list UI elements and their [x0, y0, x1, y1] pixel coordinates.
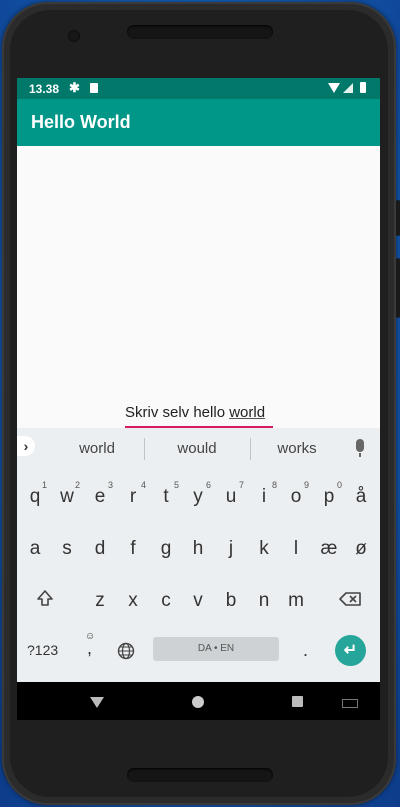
key-s[interactable]: s [51, 538, 83, 560]
key-l[interactable]: l [280, 538, 312, 560]
enter-icon[interactable]: ↵ [335, 635, 366, 666]
main-content: Skriv selv hello world [17, 146, 380, 428]
key-hint-4: 4 [141, 480, 147, 490]
home-icon[interactable] [192, 696, 204, 708]
backspace-icon[interactable] [339, 592, 361, 606]
gear-icon: ✱ [69, 80, 80, 95]
soft-keyboard: › world would works q w e r t y u i o p … [17, 428, 380, 682]
suggestion-3[interactable]: works [247, 440, 347, 457]
key-hint-6: 6 [206, 480, 212, 490]
volume-button [396, 200, 400, 236]
key-hint-5: 5 [174, 480, 180, 490]
mic-icon-stem [359, 453, 361, 457]
text-input[interactable]: Skriv selv hello world [125, 402, 273, 428]
status-bar: 13.38 ✱ [17, 78, 380, 99]
key-oe[interactable]: ø [345, 538, 377, 560]
key-z[interactable]: z [84, 590, 116, 612]
text-input-value: Skriv selv hello world [125, 404, 266, 421]
key-h[interactable]: h [182, 538, 214, 560]
key-x[interactable]: x [117, 590, 149, 612]
key-hint-3: 3 [108, 480, 114, 490]
suggestion-divider [144, 438, 145, 460]
top-speaker [127, 25, 273, 39]
key-ae[interactable]: æ [313, 538, 345, 560]
status-time: 13.38 [29, 82, 60, 96]
key-v[interactable]: v [182, 590, 214, 612]
sd-card-icon [90, 83, 98, 93]
power-button [396, 258, 400, 318]
front-camera [68, 30, 80, 42]
comma-key[interactable]: , [87, 638, 92, 659]
mic-icon[interactable] [356, 439, 364, 452]
key-hint-9: 9 [304, 480, 310, 490]
key-hint-1: 1 [42, 480, 48, 490]
back-icon[interactable] [90, 697, 104, 708]
app-bar: Hello World [17, 99, 380, 146]
key-n[interactable]: n [248, 590, 280, 612]
device-screen: 13.38 ✱ Hello World Skriv selv hello wor… [17, 78, 380, 720]
shift-icon[interactable] [37, 590, 53, 606]
key-k[interactable]: k [248, 538, 280, 560]
key-hint-0: 0 [337, 480, 343, 490]
recents-icon[interactable] [292, 696, 303, 707]
key-d[interactable]: d [84, 538, 116, 560]
globe-icon[interactable] [117, 642, 135, 660]
suggestion-2[interactable]: would [147, 440, 247, 457]
suggestion-1[interactable]: world [47, 440, 147, 457]
key-m[interactable]: m [280, 590, 312, 612]
key-g[interactable]: g [150, 538, 182, 560]
space-bar[interactable]: DA • EN [153, 637, 279, 661]
key-c[interactable]: c [150, 590, 182, 612]
navigation-bar [17, 682, 380, 720]
key-f[interactable]: f [117, 538, 149, 560]
app-title: Hello World [31, 112, 131, 132]
suggestion-strip: › world would works [17, 428, 380, 466]
signal-icon [343, 83, 353, 93]
symbols-key[interactable]: ?123 [27, 642, 58, 658]
period-key[interactable]: . [303, 640, 308, 661]
key-aa[interactable]: å [345, 486, 377, 508]
key-b[interactable]: b [215, 590, 247, 612]
battery-icon [360, 82, 366, 93]
key-a[interactable]: a [19, 538, 51, 560]
key-hint-7: 7 [239, 480, 245, 490]
chevron-right-icon[interactable]: › [17, 436, 35, 456]
key-j[interactable]: j [215, 538, 247, 560]
keyboard-switch-icon[interactable] [342, 699, 358, 708]
key-hint-2: 2 [75, 480, 81, 490]
key-hint-8: 8 [272, 480, 278, 490]
bottom-speaker [127, 768, 273, 782]
wifi-icon [328, 83, 340, 93]
